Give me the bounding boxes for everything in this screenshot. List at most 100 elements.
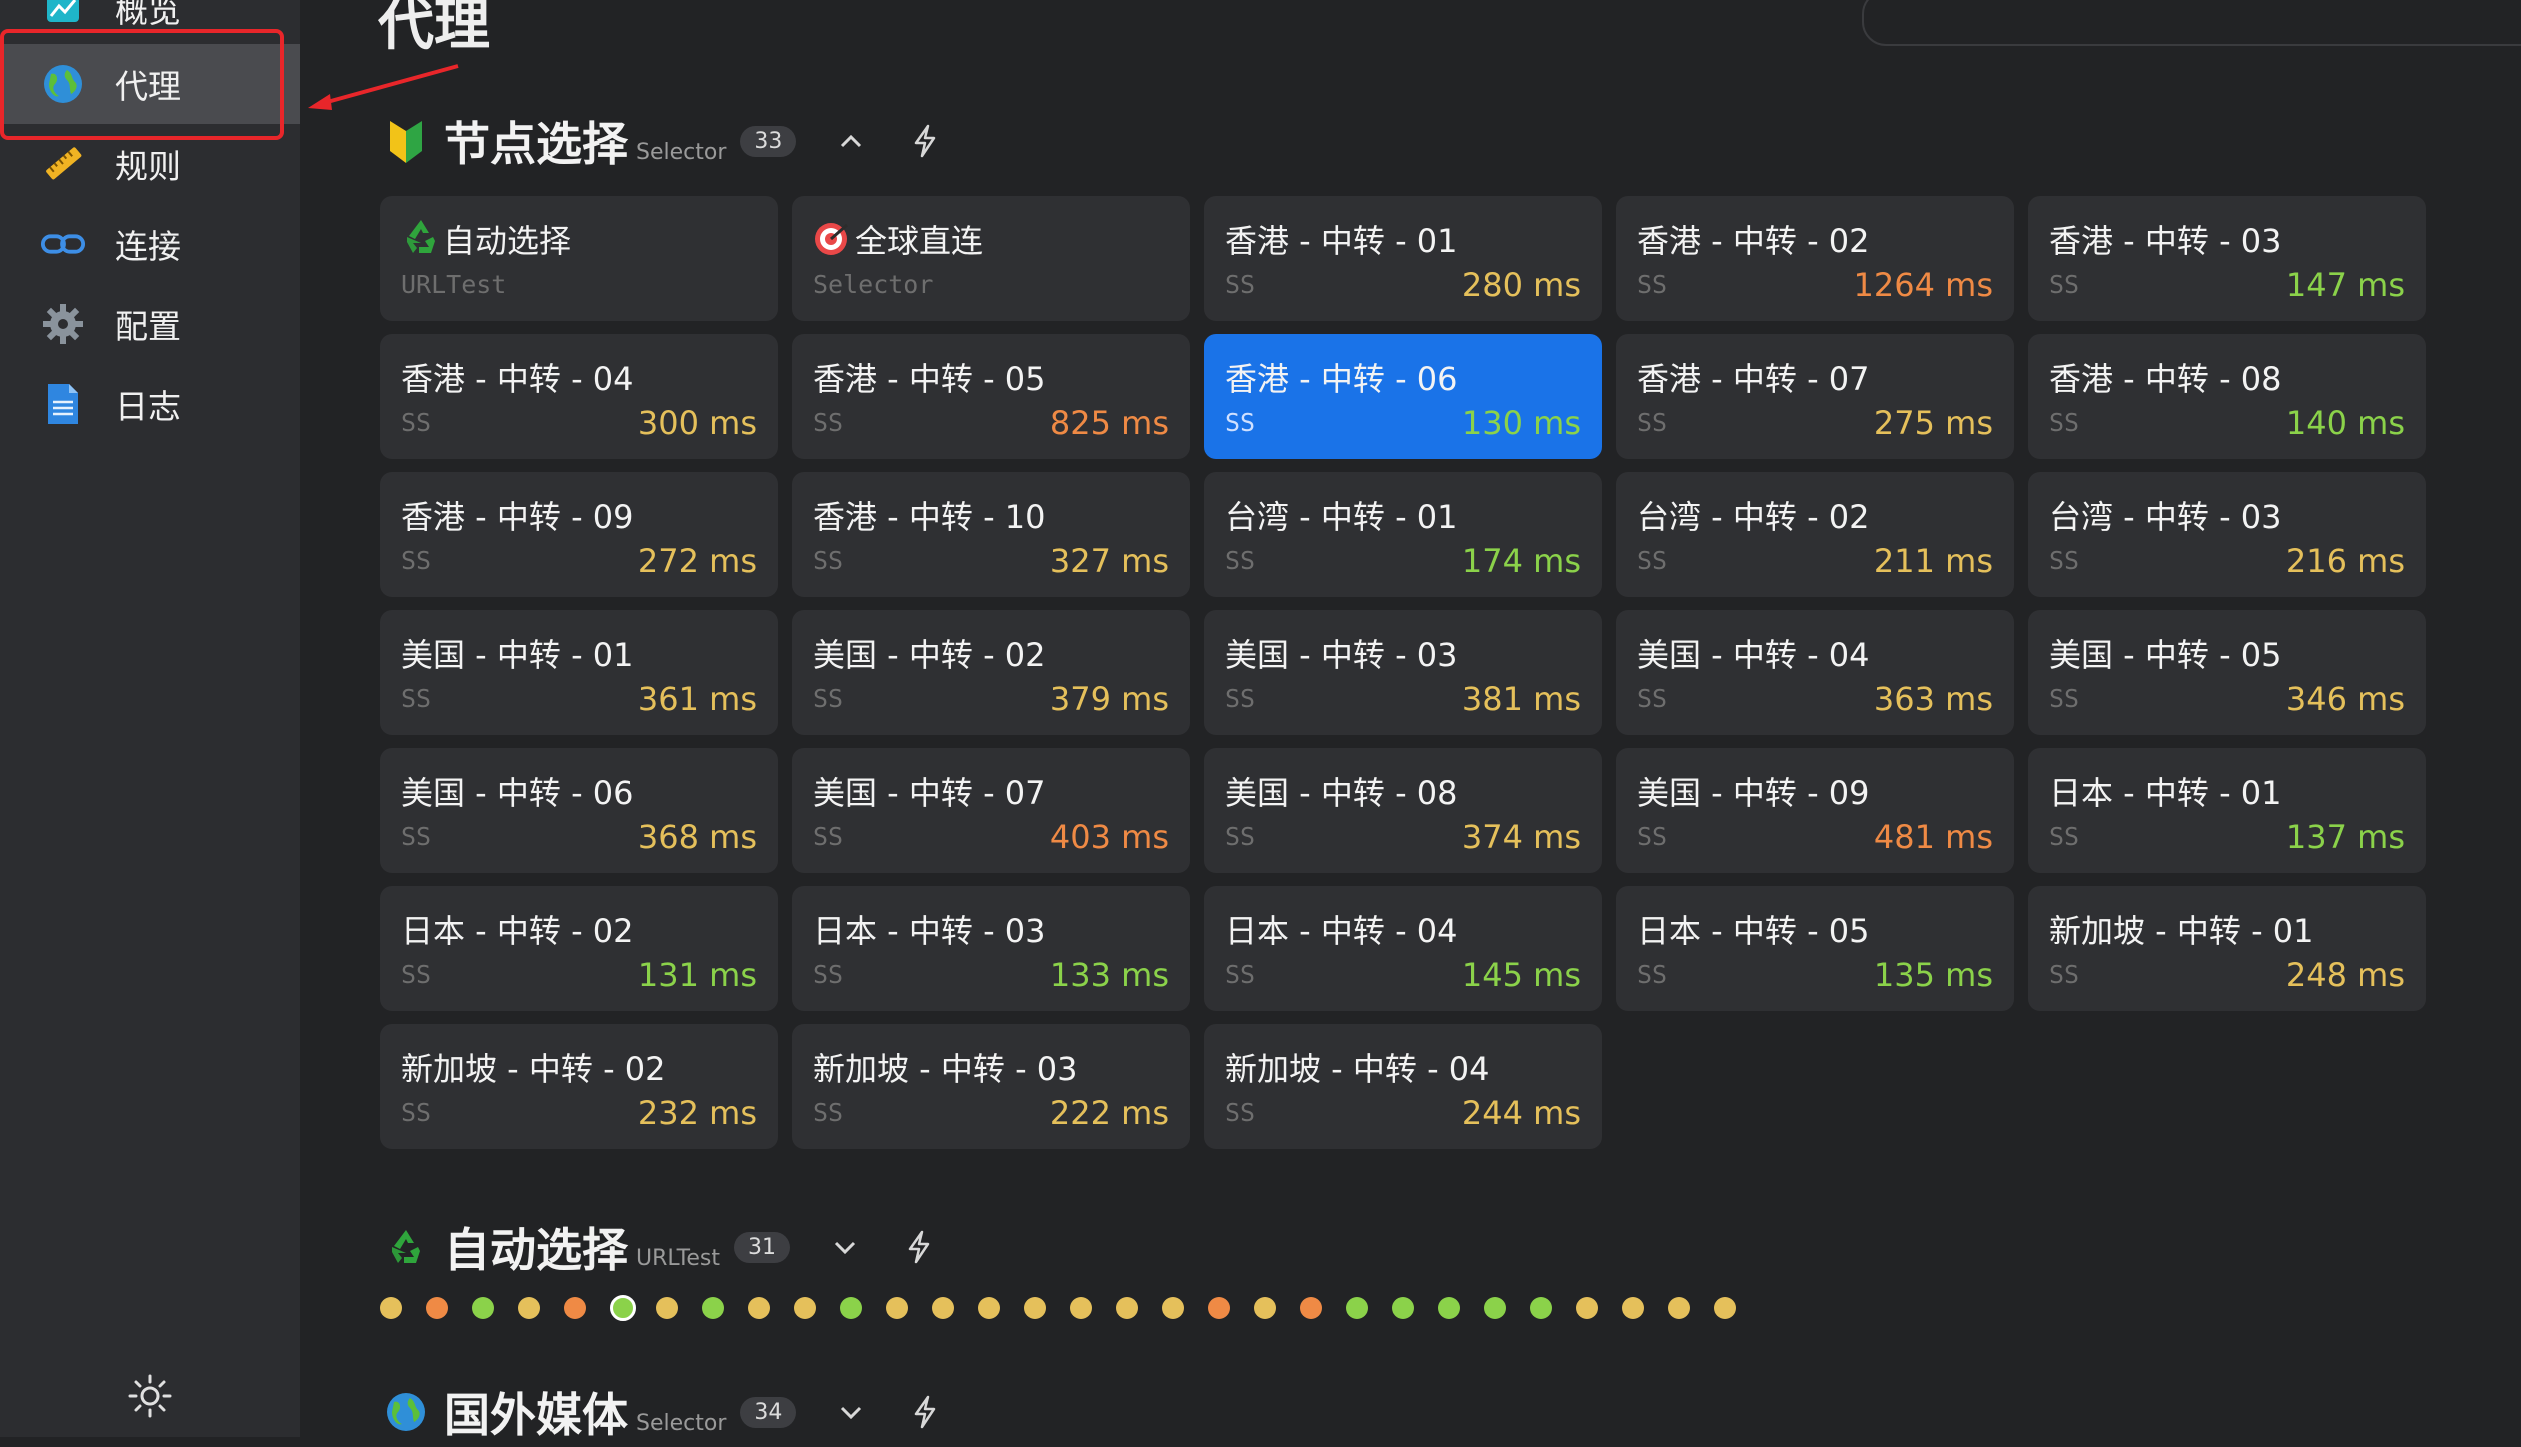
proxy-card[interactable]: 美国 - 中转 - 03 SS 381 ms — [1204, 610, 1602, 735]
proxy-card[interactable]: 日本 - 中转 - 04 SS 145 ms — [1204, 886, 1602, 1011]
proxy-type: SS — [1637, 960, 1668, 989]
latency-dot[interactable] — [518, 1297, 540, 1319]
lightning-icon[interactable] — [906, 1393, 944, 1431]
proxy-card[interactable]: 香港 - 中转 - 10 SS 327 ms — [792, 472, 1190, 597]
chevron-down-icon[interactable] — [832, 1393, 870, 1431]
latency-dot[interactable] — [1208, 1297, 1230, 1319]
proxy-card[interactable]: 香港 - 中转 - 06 SS 130 ms — [1204, 334, 1602, 459]
latency-dot[interactable] — [610, 1295, 636, 1321]
proxy-name-row: 全球直连 — [813, 216, 983, 262]
chevron-down-icon[interactable] — [826, 1228, 864, 1266]
proxy-card[interactable]: 香港 - 中转 - 08 SS 140 ms — [2028, 334, 2426, 459]
latency-dot[interactable] — [426, 1297, 448, 1319]
proxy-card[interactable]: 美国 - 中转 - 09 SS 481 ms — [1616, 748, 2014, 873]
latency-dot[interactable] — [1668, 1297, 1690, 1319]
proxy-type: SS — [401, 1098, 432, 1127]
latency-dot[interactable] — [1254, 1297, 1276, 1319]
proxy-name-row: 香港 - 中转 - 06 — [1225, 354, 1458, 400]
latency-dot[interactable] — [1024, 1297, 1046, 1319]
proxy-name: 美国 - 中转 - 04 — [1637, 636, 1870, 674]
proxy-card[interactable]: 新加坡 - 中转 - 02 SS 232 ms — [380, 1024, 778, 1149]
proxy-card[interactable]: 美国 - 中转 - 07 SS 403 ms — [792, 748, 1190, 873]
proxy-name-row: 日本 - 中转 - 05 — [1637, 906, 1870, 952]
proxy-name: 美国 - 中转 - 06 — [401, 774, 634, 812]
proxy-name-row: 新加坡 - 中转 - 04 — [1225, 1044, 1490, 1090]
proxy-name-row: 美国 - 中转 - 02 — [813, 630, 1046, 676]
proxy-card[interactable]: 新加坡 - 中转 - 03 SS 222 ms — [792, 1024, 1190, 1149]
proxy-card[interactable]: 新加坡 - 中转 - 01 SS 248 ms — [2028, 886, 2426, 1011]
proxy-name: 香港 - 中转 - 09 — [401, 498, 634, 536]
proxy-card[interactable]: 香港 - 中转 - 01 SS 280 ms — [1204, 196, 1602, 321]
latency-dot[interactable] — [840, 1297, 862, 1319]
latency-dot[interactable] — [886, 1297, 908, 1319]
proxy-card[interactable]: 香港 - 中转 - 04 SS 300 ms — [380, 334, 778, 459]
latency-dot[interactable] — [932, 1297, 954, 1319]
latency-dot[interactable] — [702, 1297, 724, 1319]
proxy-card[interactable]: 美国 - 中转 - 02 SS 379 ms — [792, 610, 1190, 735]
sidebar-item-3[interactable]: 连接 — [0, 204, 300, 284]
proxy-card[interactable]: 香港 - 中转 - 05 SS 825 ms — [792, 334, 1190, 459]
latency-dot[interactable] — [564, 1297, 586, 1319]
group-type: Selector — [636, 1410, 727, 1436]
target-icon — [813, 221, 848, 255]
sun-icon[interactable] — [126, 1372, 174, 1420]
latency-dot[interactable] — [1438, 1297, 1460, 1319]
proxy-name: 自动选择 — [443, 222, 572, 260]
proxy-card[interactable]: 美国 - 中转 - 08 SS 374 ms — [1204, 748, 1602, 873]
group-name: 自动选择 — [444, 1223, 628, 1277]
proxy-type: SS — [1225, 408, 1256, 437]
search-input[interactable] — [1862, 0, 2521, 46]
proxy-delay: 137 ms — [2285, 818, 2405, 856]
sidebar-item-5[interactable]: 日志 — [0, 364, 300, 444]
latency-dot[interactable] — [1116, 1297, 1138, 1319]
proxy-name-row: 香港 - 中转 - 08 — [2049, 354, 2282, 400]
latency-dot[interactable] — [1530, 1297, 1552, 1319]
proxy-card[interactable]: 台湾 - 中转 - 03 SS 216 ms — [2028, 472, 2426, 597]
proxy-name: 台湾 - 中转 - 01 — [1225, 498, 1458, 536]
proxy-card[interactable]: 美国 - 中转 - 05 SS 346 ms — [2028, 610, 2426, 735]
latency-dot[interactable] — [978, 1297, 1000, 1319]
latency-dot[interactable] — [1622, 1297, 1644, 1319]
chevron-up-icon[interactable] — [832, 122, 870, 160]
proxy-card[interactable]: 日本 - 中转 - 01 SS 137 ms — [2028, 748, 2426, 873]
proxy-card[interactable]: 日本 - 中转 - 03 SS 133 ms — [792, 886, 1190, 1011]
proxy-card[interactable]: 日本 - 中转 - 02 SS 131 ms — [380, 886, 778, 1011]
proxy-card[interactable]: 美国 - 中转 - 06 SS 368 ms — [380, 748, 778, 873]
proxy-card[interactable]: 自动选择 URLTest — [380, 196, 778, 321]
lightning-icon[interactable] — [906, 122, 944, 160]
latency-dot[interactable] — [748, 1297, 770, 1319]
proxy-card[interactable]: 全球直连 Selector — [792, 196, 1190, 321]
proxy-card[interactable]: 美国 - 中转 - 01 SS 361 ms — [380, 610, 778, 735]
proxy-card[interactable]: 香港 - 中转 - 02 SS 1264 ms — [1616, 196, 2014, 321]
proxy-card[interactable]: 台湾 - 中转 - 01 SS 174 ms — [1204, 472, 1602, 597]
proxy-name-row: 美国 - 中转 - 09 — [1637, 768, 1870, 814]
proxy-type: SS — [813, 408, 844, 437]
latency-dot[interactable] — [1714, 1297, 1736, 1319]
proxy-name: 美国 - 中转 - 03 — [1225, 636, 1458, 674]
latency-dot[interactable] — [1070, 1297, 1092, 1319]
latency-dot[interactable] — [380, 1297, 402, 1319]
sidebar-item-label: 规则 — [115, 147, 181, 186]
latency-dot[interactable] — [1162, 1297, 1184, 1319]
latency-dot[interactable] — [1392, 1297, 1414, 1319]
latency-dot[interactable] — [1346, 1297, 1368, 1319]
proxy-name-row: 台湾 - 中转 - 02 — [1637, 492, 1870, 538]
proxy-name-row: 美国 - 中转 - 05 — [2049, 630, 2282, 676]
latency-dot[interactable] — [1576, 1297, 1598, 1319]
proxy-card[interactable]: 台湾 - 中转 - 02 SS 211 ms — [1616, 472, 2014, 597]
lightning-icon[interactable] — [900, 1228, 938, 1266]
latency-dot[interactable] — [1484, 1297, 1506, 1319]
latency-dot[interactable] — [794, 1297, 816, 1319]
latency-dot[interactable] — [472, 1297, 494, 1319]
latency-dot[interactable] — [656, 1297, 678, 1319]
proxy-card[interactable]: 香港 - 中转 - 03 SS 147 ms — [2028, 196, 2426, 321]
proxy-card[interactable]: 香港 - 中转 - 09 SS 272 ms — [380, 472, 778, 597]
proxy-name-row: 新加坡 - 中转 - 03 — [813, 1044, 1078, 1090]
proxy-card[interactable]: 日本 - 中转 - 05 SS 135 ms — [1616, 886, 2014, 1011]
proxy-card[interactable]: 新加坡 - 中转 - 04 SS 244 ms — [1204, 1024, 1602, 1149]
proxy-name: 日本 - 中转 - 01 — [2049, 774, 2282, 812]
latency-dot[interactable] — [1300, 1297, 1322, 1319]
sidebar-item-4[interactable]: 配置 — [0, 284, 300, 364]
proxy-card[interactable]: 香港 - 中转 - 07 SS 275 ms — [1616, 334, 2014, 459]
proxy-card[interactable]: 美国 - 中转 - 04 SS 363 ms — [1616, 610, 2014, 735]
